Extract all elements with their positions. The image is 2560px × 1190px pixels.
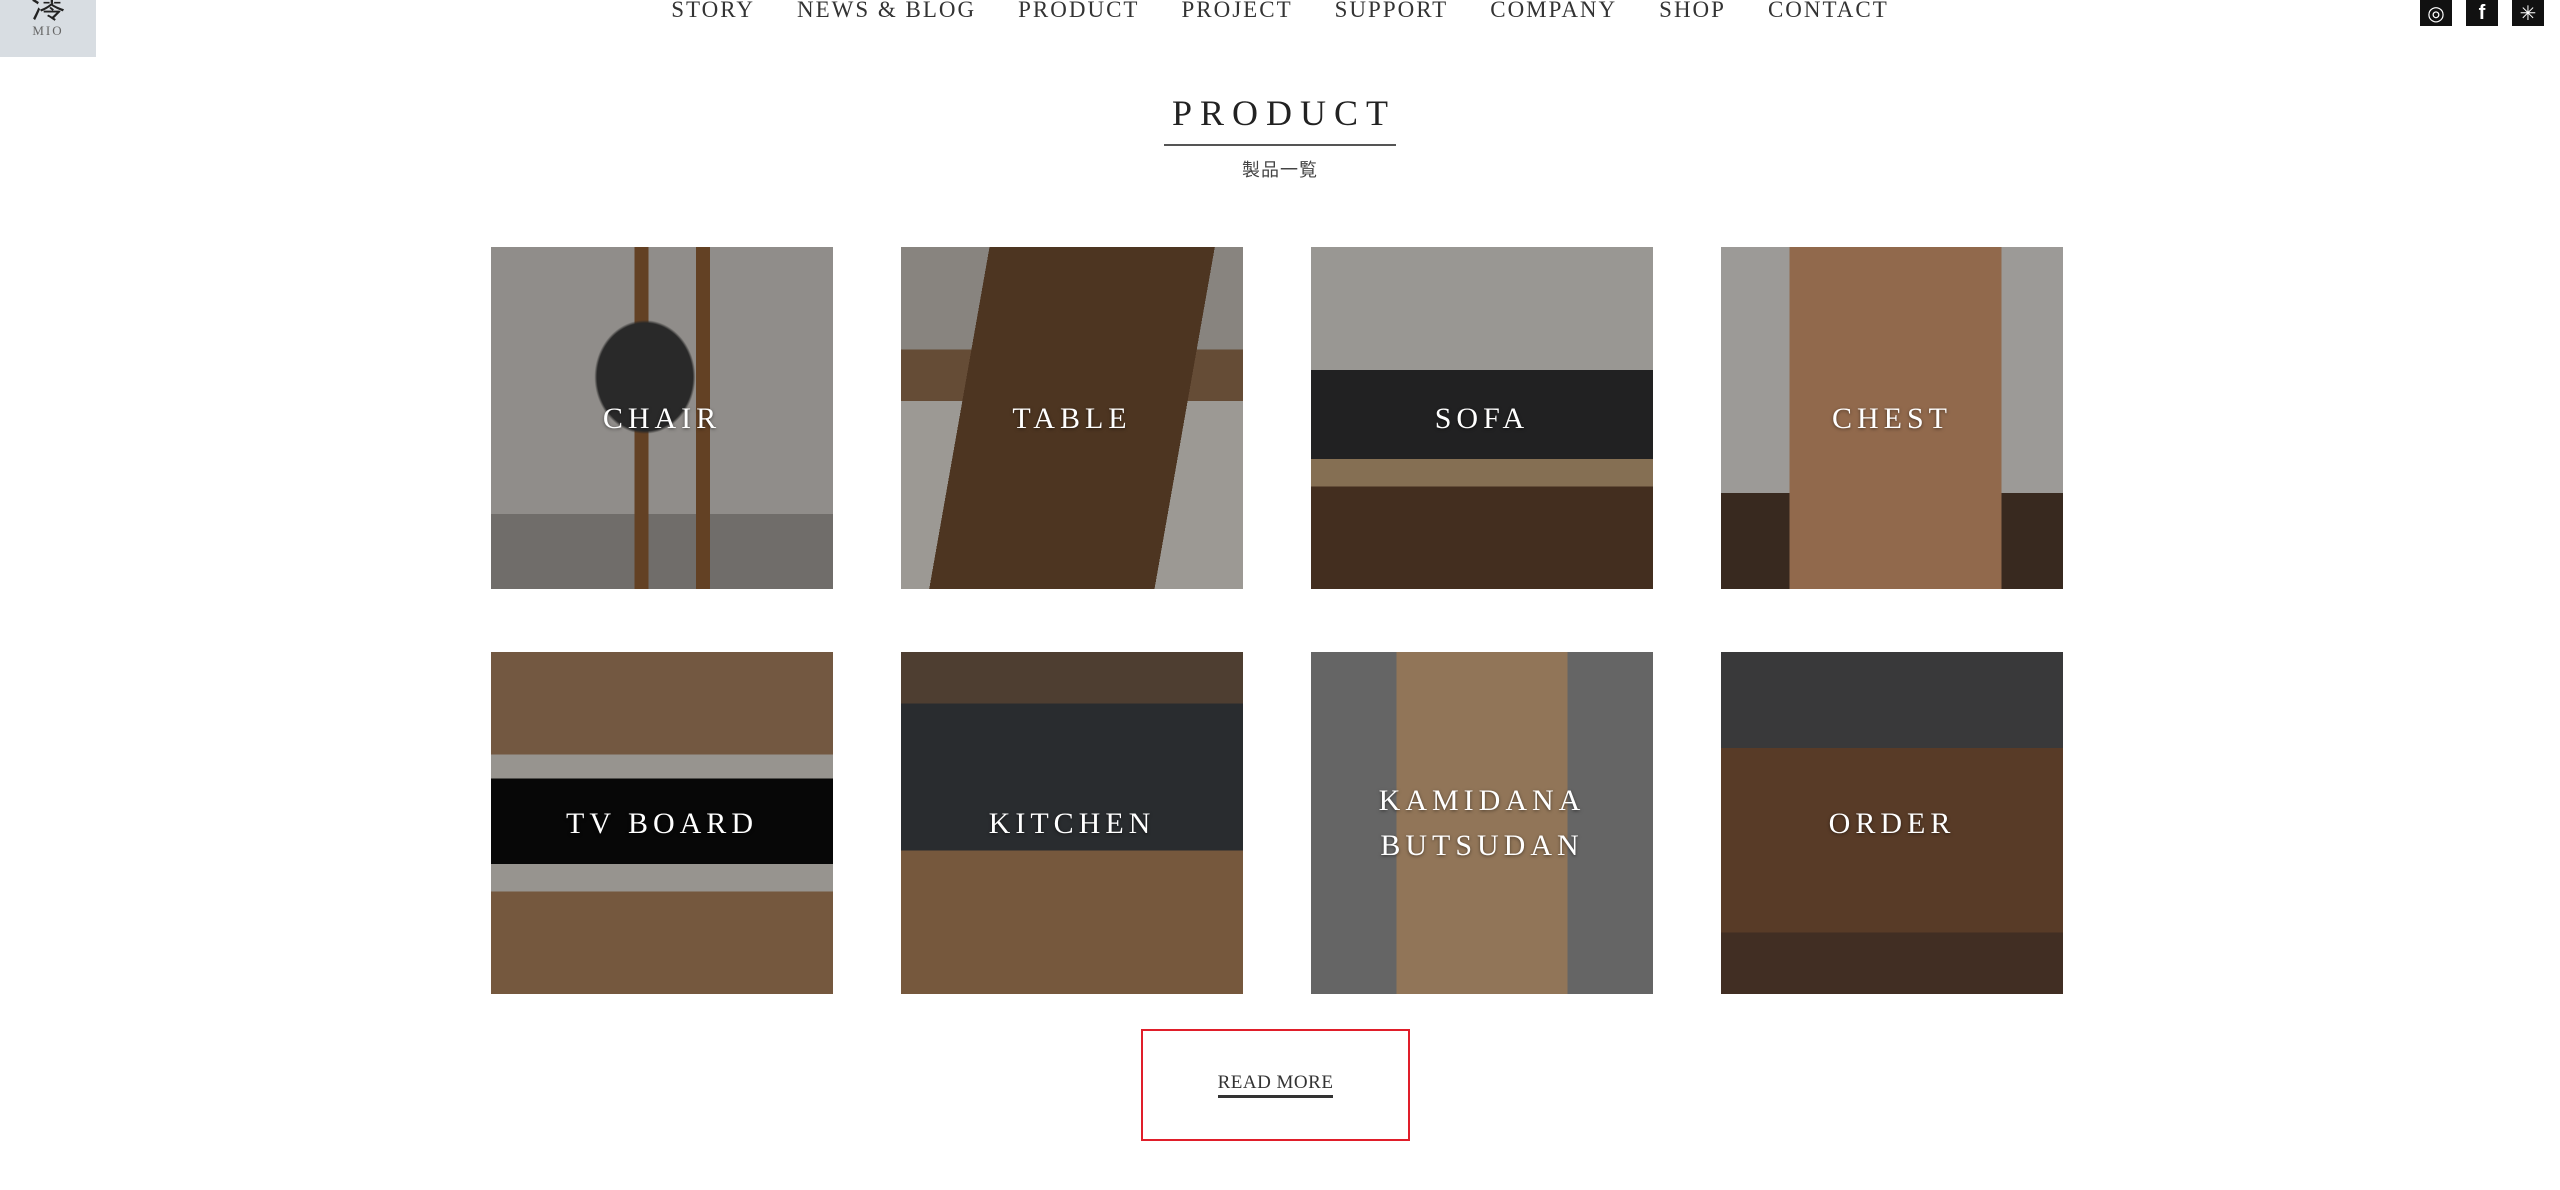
nav-product[interactable]: PRODUCT [1018, 0, 1139, 24]
nav-contact[interactable]: CONTACT [1768, 0, 1889, 24]
snowflake-icon[interactable]: ✳ [2512, 0, 2544, 26]
product-card-tv-board[interactable]: TV BOARD [491, 652, 833, 994]
product-label: KITCHEN [988, 806, 1156, 840]
logo-subtext: MIO [32, 23, 64, 38]
main-navigation: STORY NEWS & BLOG PRODUCT PROJECT SUPPOR… [0, 0, 2560, 24]
nav-support[interactable]: SUPPORT [1335, 0, 1449, 24]
product-card-kamidana-butsudan[interactable]: KAMIDANA BUTSUDAN [1311, 652, 1653, 994]
read-more-highlight: READ MORE [1141, 1029, 1410, 1141]
product-card-kitchen[interactable]: KITCHEN [901, 652, 1243, 994]
product-label: KAMIDANA BUTSUDAN [1378, 784, 1586, 862]
product-card-order[interactable]: ORDER [1721, 652, 2063, 994]
product-label: CHEST [1831, 401, 1952, 435]
nav-company[interactable]: COMPANY [1490, 0, 1617, 24]
product-card-chair[interactable]: CHAIR [491, 247, 833, 589]
product-label: CHAIR [602, 401, 722, 435]
page-subtitle: 製品一覧 [1242, 160, 1318, 180]
section-header: PRODUCT 製品一覧 [0, 92, 2560, 182]
nav-shop[interactable]: SHOP [1659, 0, 1726, 24]
product-grid: CHAIR TABLE SOFA CHEST TV BOARD KITCHEN … [491, 247, 2063, 994]
instagram-icon[interactable]: ◎ [2420, 0, 2452, 26]
product-label: TV BOARD [566, 806, 758, 840]
product-card-chest[interactable]: CHEST [1721, 247, 2063, 589]
product-card-table[interactable]: TABLE [901, 247, 1243, 589]
product-label: ORDER [1828, 806, 1956, 840]
read-more-link[interactable]: READ MORE [1217, 1072, 1334, 1098]
nav-project[interactable]: PROJECT [1181, 0, 1292, 24]
product-label: SOFA [1434, 401, 1530, 435]
nav-news-blog[interactable]: NEWS & BLOG [797, 0, 976, 24]
product-label: TABLE [1012, 401, 1132, 435]
page-title: PRODUCT [1163, 92, 1397, 146]
social-links: ◎ f ✳ [2420, 0, 2544, 26]
nav-story[interactable]: STORY [671, 0, 755, 24]
facebook-icon[interactable]: f [2466, 0, 2498, 26]
product-card-sofa[interactable]: SOFA [1311, 247, 1653, 589]
